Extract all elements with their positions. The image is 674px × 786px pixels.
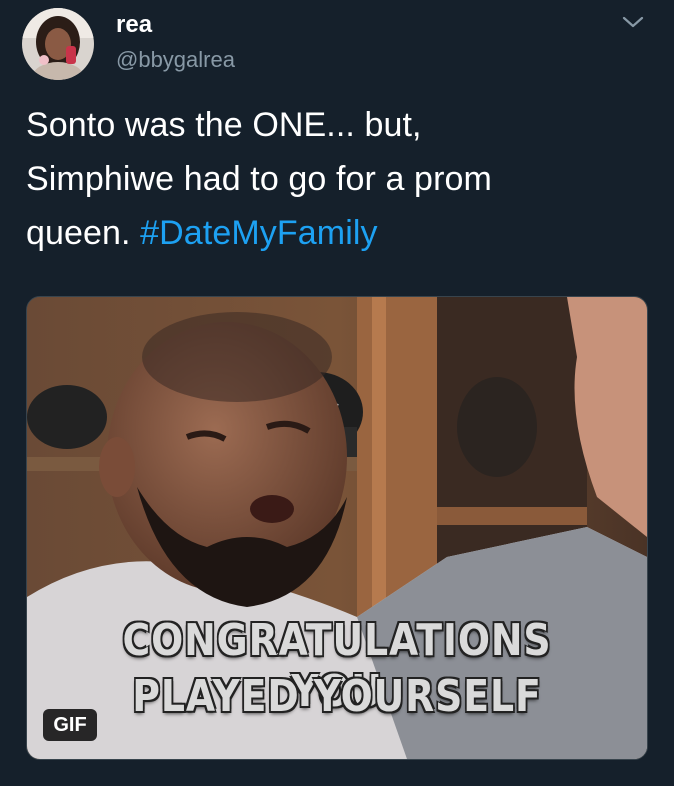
hashtag-link[interactable]: #DateMyFamily xyxy=(140,214,377,252)
display-name[interactable]: rea xyxy=(116,11,152,39)
tweet-text-line: Simphiwe had to go for a prom xyxy=(26,160,492,198)
chevron-down-icon[interactable] xyxy=(620,12,646,32)
tweet: rea @bbygalrea Sonto was the ONE... but,… xyxy=(0,0,674,786)
avatar-image xyxy=(22,8,94,80)
tweet-text-line: Sonto was the ONE... but, xyxy=(26,106,422,144)
tweet-text-line: queen. xyxy=(26,214,141,252)
tweet-text: Sonto was the ONE... but, Simphiwe had t… xyxy=(26,98,646,260)
gif-caption-line: PLAYED YOURSELF xyxy=(132,671,542,722)
user-handle[interactable]: @bbygalrea xyxy=(116,47,235,73)
gif-media[interactable]: CONGRATULATIONS YOU PLAYED YOURSELF GIF xyxy=(26,296,648,760)
gif-badge: GIF xyxy=(43,709,97,741)
avatar[interactable] xyxy=(22,8,94,80)
